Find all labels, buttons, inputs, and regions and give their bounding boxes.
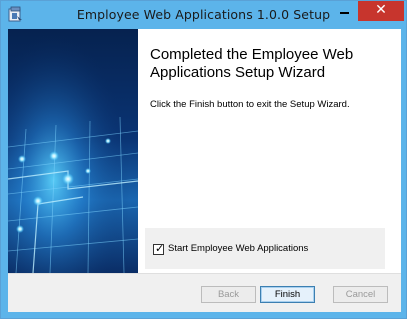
setup-window: Employee Web Applications 1.0.0 Setup ✕ — [0, 0, 407, 319]
button-bar: Back Finish Cancel — [8, 273, 401, 312]
launch-app-label[interactable]: Start Employee Web Applications — [168, 243, 308, 254]
cancel-button[interactable]: Cancel — [333, 286, 388, 303]
wizard-description: Click the Finish button to exit the Setu… — [150, 99, 350, 110]
minimize-button[interactable] — [331, 1, 357, 21]
title-bar[interactable]: Employee Web Applications 1.0.0 Setup ✕ — [1, 1, 406, 29]
close-icon: ✕ — [375, 2, 387, 18]
close-button[interactable]: ✕ — [358, 1, 404, 21]
wizard-banner-image — [8, 29, 138, 273]
wizard-heading: Completed the Employee Web Applications … — [150, 46, 354, 81]
minimize-icon — [340, 12, 349, 14]
launch-app-checkbox[interactable]: ✓ — [153, 242, 165, 255]
wizard-body: Completed the Employee Web Applications … — [8, 29, 401, 312]
back-button[interactable]: Back — [201, 286, 256, 303]
checkbox-check-icon: ✓ — [155, 242, 165, 255]
finish-button[interactable]: Finish — [260, 286, 315, 303]
